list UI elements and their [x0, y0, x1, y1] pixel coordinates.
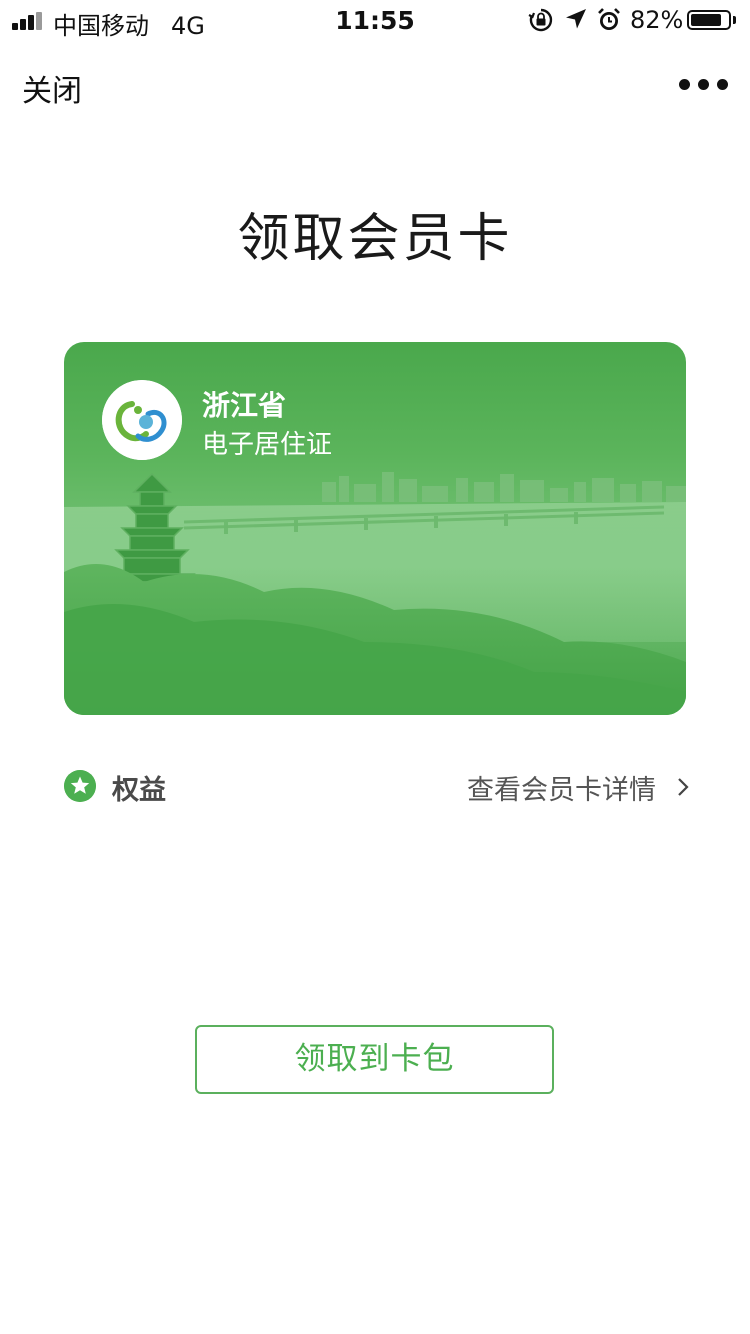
close-button[interactable]: 关闭 — [22, 66, 82, 110]
residence-permit-logo — [102, 380, 182, 460]
battery-percent: 82% — [630, 6, 684, 34]
battery-tip — [733, 16, 736, 24]
view-card-details-label: 查看会员卡详情 — [467, 775, 656, 806]
benefits-label: 权益 — [112, 775, 166, 806]
battery-fill — [691, 14, 721, 26]
card-name: 电子居住证 — [202, 430, 333, 460]
benefits-row: 权益 查看会员卡详情 — [64, 764, 690, 810]
chevron-right-icon — [678, 778, 689, 796]
page-title: 领取会员卡 — [237, 209, 513, 269]
alarm-icon — [598, 8, 620, 30]
add-to-card-wallet-button[interactable]: 领取到卡包 — [195, 1025, 554, 1094]
battery-icon — [687, 10, 731, 30]
more-dots-icon[interactable] — [672, 70, 728, 98]
location-arrow-icon — [566, 9, 586, 29]
star-badge-icon — [64, 770, 96, 802]
membership-card[interactable]: 浙江省 电子居住证 — [64, 342, 686, 715]
view-card-details-link[interactable]: 查看会员卡详情 — [430, 768, 690, 808]
orientation-lock-icon — [528, 8, 553, 32]
card-issuer: 浙江省 — [202, 389, 287, 422]
status-bar: 中国移动 4G 11:55 82% — [0, 0, 750, 40]
